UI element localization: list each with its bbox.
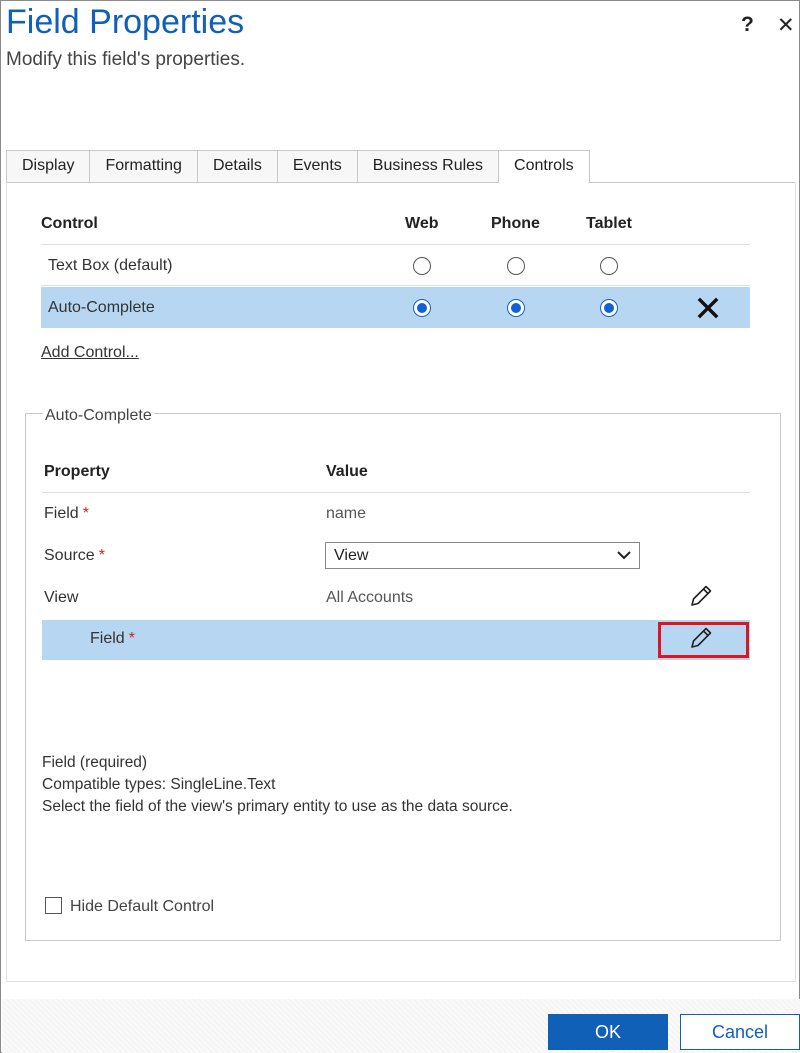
tab-controls[interactable]: Controls — [498, 150, 590, 183]
tab-formatting[interactable]: Formatting — [89, 150, 198, 182]
description-line: Field (required) — [42, 754, 148, 771]
property-description: Field (required) Compatible types: Singl… — [42, 752, 513, 818]
add-control-link[interactable]: Add Control... — [41, 344, 139, 362]
tablet-radio[interactable] — [600, 299, 618, 317]
select-value: View — [334, 547, 369, 564]
header-value: Value — [326, 463, 368, 480]
checkbox-label: Hide Default Control — [70, 898, 215, 915]
property-row-view: View All Accounts — [42, 577, 750, 619]
web-radio[interactable] — [413, 257, 431, 275]
header-control: Control — [41, 215, 98, 232]
header-phone: Phone — [491, 215, 540, 232]
tab-business-rules[interactable]: Business Rules — [356, 150, 500, 182]
remove-control-icon[interactable] — [697, 297, 719, 319]
ok-button[interactable]: OK — [548, 1014, 668, 1050]
dialog-subtitle: Modify this field's properties. — [6, 49, 246, 70]
control-row-text-box[interactable]: Text Box (default) — [41, 245, 750, 286]
close-icon[interactable]: ✕ — [777, 13, 795, 38]
fieldset-legend: Auto-Complete — [43, 407, 154, 425]
property-row-view-field[interactable]: Field * — [42, 620, 750, 660]
required-marker: * — [128, 630, 135, 647]
property-name: Field * — [44, 505, 89, 522]
control-name: Auto-Complete — [48, 299, 155, 316]
tab-bar: Display Formatting Details Events Busine… — [6, 150, 590, 183]
field-properties-dialog: Field Properties Modify this field's pro… — [0, 0, 800, 1053]
hide-default-control-checkbox[interactable]: Hide Default Control — [45, 897, 214, 916]
tablet-radio[interactable] — [600, 257, 618, 275]
web-radio[interactable] — [413, 299, 431, 317]
header-property: Property — [44, 463, 110, 480]
edit-pencil-icon[interactable] — [688, 583, 714, 609]
cancel-button[interactable]: Cancel — [680, 1014, 800, 1050]
properties-table-header: Property Value — [42, 462, 750, 493]
description-line: Compatible types: SingleLine.Text — [42, 776, 276, 793]
required-marker: * — [98, 547, 105, 564]
help-icon[interactable]: ? — [741, 13, 754, 37]
phone-radio[interactable] — [507, 299, 525, 317]
property-value: name — [326, 505, 367, 522]
property-value: All Accounts — [326, 589, 414, 606]
edit-pencil-icon[interactable] — [688, 625, 714, 651]
header-tablet: Tablet — [586, 215, 632, 232]
property-name: Source * — [44, 547, 105, 564]
controls-table-header: Control Web Phone Tablet — [41, 213, 750, 245]
chevron-down-icon — [617, 551, 631, 560]
control-name: Text Box (default) — [48, 257, 173, 274]
tab-events[interactable]: Events — [276, 150, 358, 182]
required-marker: * — [82, 505, 89, 522]
checkbox-box[interactable] — [45, 897, 62, 914]
property-row-field: Field * name — [42, 493, 750, 535]
description-line: Select the field of the view's primary e… — [42, 798, 513, 815]
property-row-source: Source * View — [42, 535, 750, 577]
header-web: Web — [405, 215, 439, 232]
property-name: View — [44, 589, 79, 606]
control-row-auto-complete[interactable]: Auto-Complete — [41, 287, 750, 328]
property-name: Field * — [90, 630, 135, 647]
tab-details[interactable]: Details — [196, 150, 278, 182]
tab-display[interactable]: Display — [6, 150, 91, 182]
source-select[interactable]: View — [325, 542, 640, 569]
dialog-title: Field Properties — [6, 3, 245, 41]
phone-radio[interactable] — [507, 257, 525, 275]
